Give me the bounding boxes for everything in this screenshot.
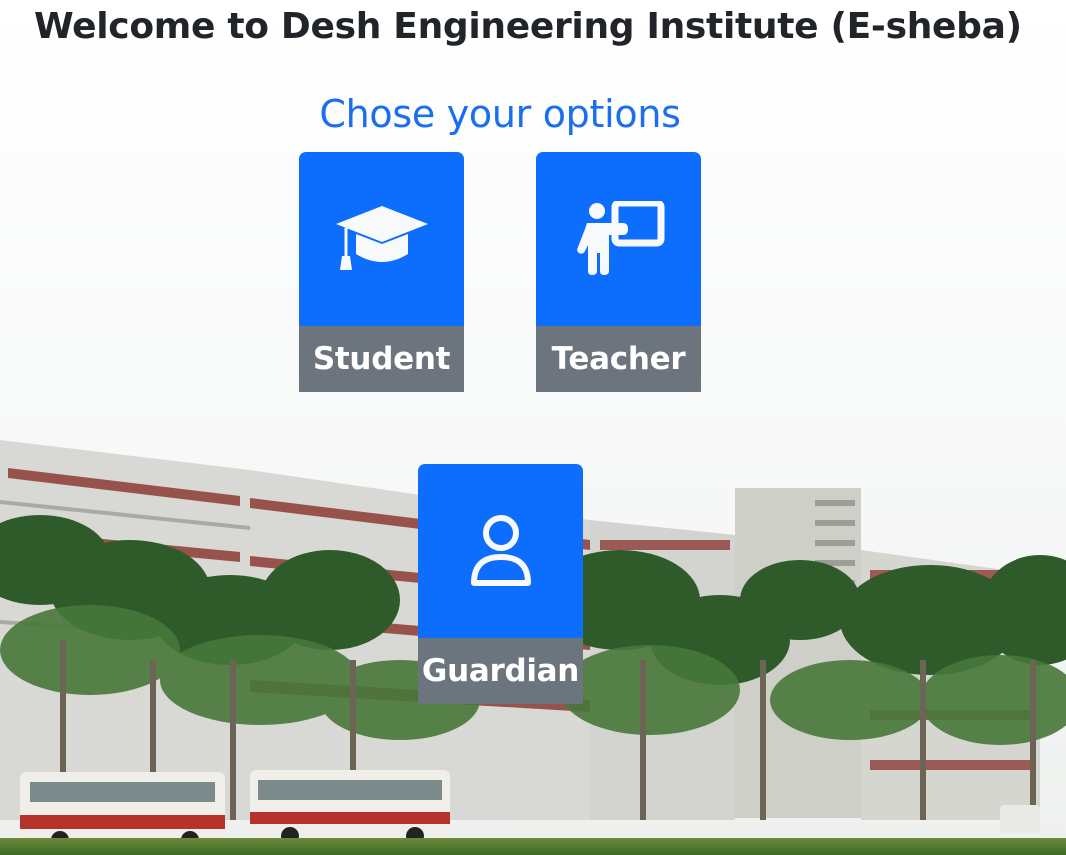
teacher-option-card[interactable]: Teacher [536,152,701,392]
teacher-option-label[interactable]: Teacher [536,326,701,392]
student-option-label[interactable]: Student [299,326,464,392]
person-icon [470,515,531,586]
guardian-option-label[interactable]: Guardian [418,638,583,704]
chalkboard-teacher-icon [576,201,664,275]
graduation-cap-icon [335,206,428,270]
page: Welcome to Desh Engineering Institute (E… [0,0,1066,855]
teacher-card-icon-area[interactable] [536,152,701,326]
page-title: Welcome to Desh Engineering Institute (E… [34,6,1022,47]
guardian-card-icon-area[interactable] [418,464,583,638]
options-subtitle: Chose your options [319,92,681,136]
guardian-option-card[interactable]: Guardian [418,464,583,704]
student-option-card[interactable]: Student [299,152,464,392]
student-card-icon-area[interactable] [299,152,464,326]
